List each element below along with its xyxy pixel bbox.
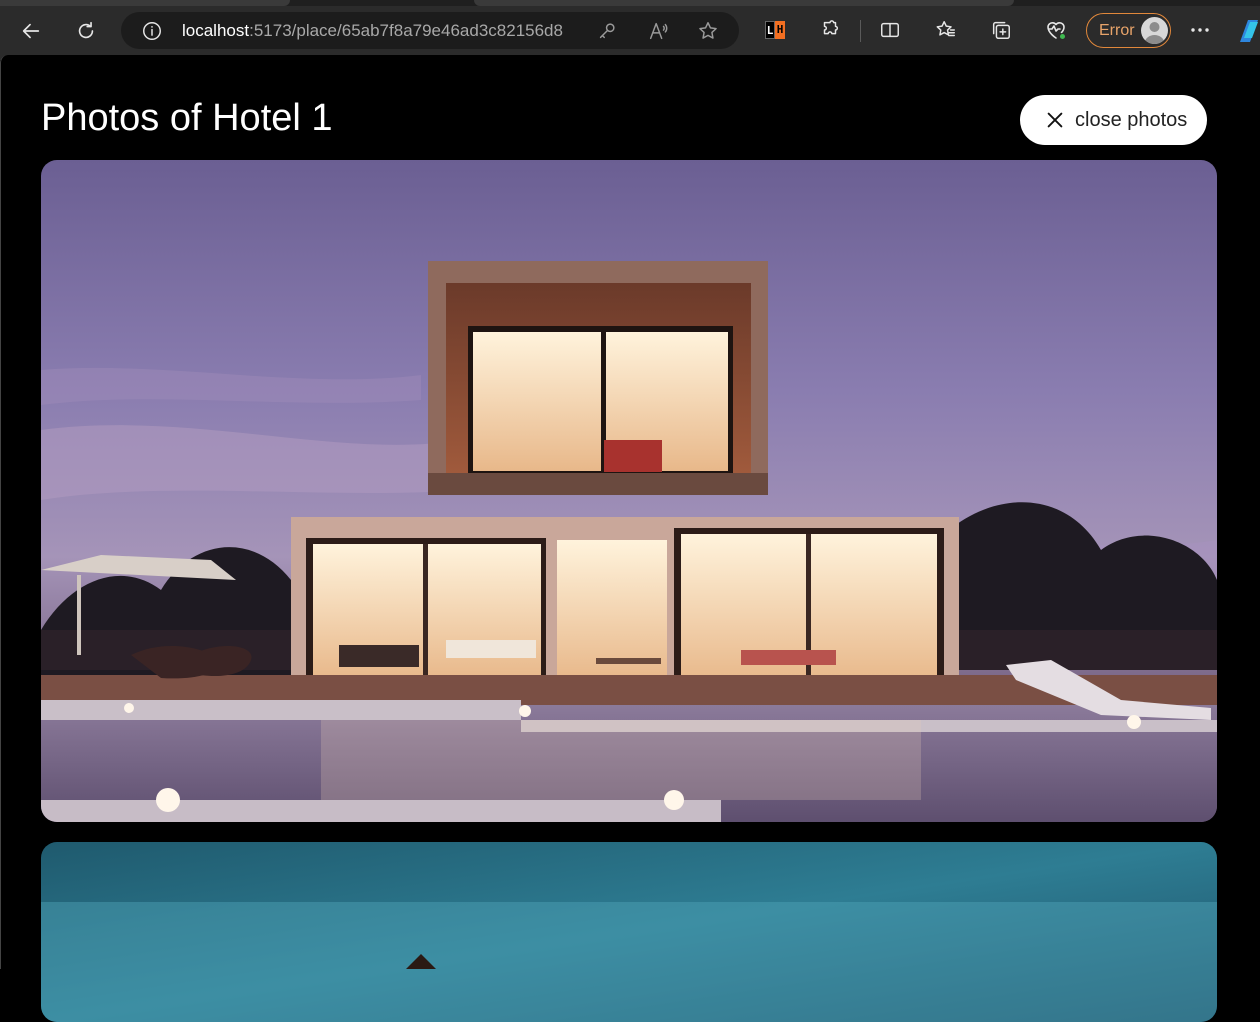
collections-button[interactable] bbox=[987, 16, 1015, 44]
profile-button[interactable]: Error bbox=[1086, 13, 1171, 48]
photo-image bbox=[41, 842, 1217, 1022]
copilot-button[interactable] bbox=[1238, 18, 1260, 44]
toolbar-divider bbox=[860, 20, 861, 42]
lighthouse-extension-button[interactable]: LH bbox=[765, 21, 785, 39]
refresh-button[interactable] bbox=[69, 14, 103, 48]
tab[interactable] bbox=[0, 0, 290, 6]
address-bar[interactable]: localhost:5173/place/65ab7f8a79e46ad3c82… bbox=[121, 12, 739, 49]
key-icon[interactable] bbox=[596, 20, 618, 42]
close-icon bbox=[1047, 112, 1063, 128]
favorites-button[interactable] bbox=[932, 16, 960, 44]
read-aloud-icon[interactable] bbox=[647, 20, 669, 42]
copilot-icon bbox=[1240, 20, 1258, 42]
split-screen-button[interactable] bbox=[876, 16, 904, 44]
back-button[interactable] bbox=[14, 14, 48, 48]
back-icon bbox=[22, 23, 40, 39]
url-host: localhost bbox=[182, 21, 250, 40]
tab-strip bbox=[0, 0, 1260, 6]
tab[interactable] bbox=[474, 0, 1014, 6]
close-photos-label: close photos bbox=[1075, 109, 1188, 131]
refresh-icon bbox=[78, 21, 94, 39]
avatar-person-icon bbox=[1144, 22, 1165, 44]
collections-icon bbox=[992, 21, 1010, 39]
profile-status-label: Error bbox=[1099, 22, 1135, 39]
extension-badge-left: L bbox=[765, 21, 775, 39]
page-title: Photos of Hotel 1 bbox=[41, 97, 333, 139]
favorite-star-icon[interactable] bbox=[697, 20, 719, 42]
avatar bbox=[1141, 17, 1168, 44]
gallery-photo[interactable] bbox=[41, 842, 1217, 1022]
split-screen-icon bbox=[881, 22, 899, 38]
browser-essentials-icon bbox=[1047, 22, 1066, 40]
url-text[interactable]: localhost:5173/place/65ab7f8a79e46ad3c82… bbox=[182, 12, 563, 49]
more-button[interactable] bbox=[1185, 16, 1215, 44]
browser-toolbar: localhost:5173/place/65ab7f8a79e46ad3c82… bbox=[0, 0, 1260, 60]
info-icon[interactable] bbox=[141, 20, 163, 42]
gallery-photo[interactable] bbox=[41, 160, 1217, 822]
close-photos-button[interactable]: close photos bbox=[1020, 95, 1207, 145]
extension-badge-right: H bbox=[775, 21, 785, 39]
favorites-icon bbox=[936, 21, 955, 37]
browser-essentials-button[interactable] bbox=[1042, 16, 1070, 44]
extensions-icon bbox=[823, 20, 839, 35]
url-path: :5173/place/65ab7f8a79e46ad3c82156d8 bbox=[249, 21, 563, 40]
extensions-button[interactable] bbox=[816, 16, 844, 44]
more-icon bbox=[1191, 28, 1209, 32]
photo-image bbox=[41, 160, 1217, 822]
